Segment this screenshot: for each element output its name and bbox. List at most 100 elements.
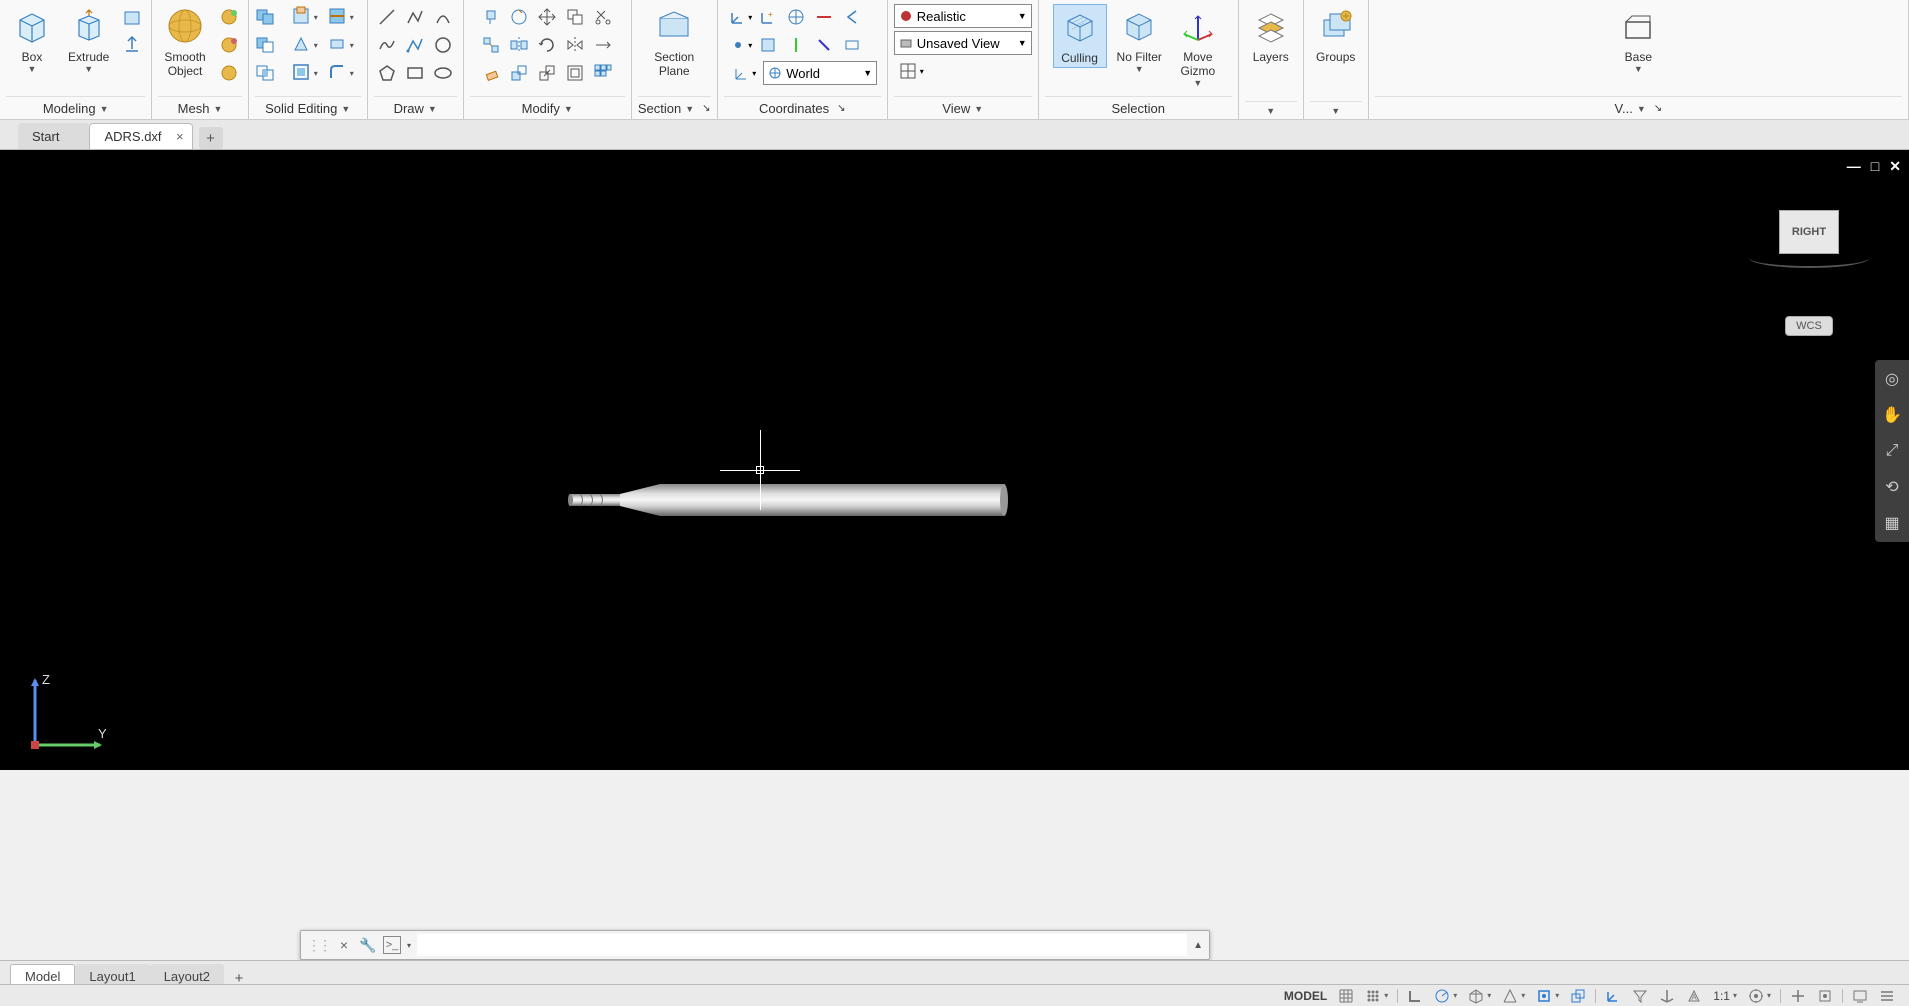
panel-label-view[interactable]: View▼: [894, 96, 1032, 119]
mesh-less-button[interactable]: [216, 32, 242, 58]
ucs-prev-button[interactable]: [839, 4, 865, 30]
panel-label-layers-dropdown[interactable]: ▼: [1245, 101, 1297, 119]
close-tab-button[interactable]: ×: [176, 129, 184, 144]
ucs-icon-display-button[interactable]: ▾: [727, 60, 761, 86]
layers-button[interactable]: Layers: [1245, 4, 1297, 66]
new-tab-button[interactable]: +: [199, 127, 223, 149]
annotation-visibility-button[interactable]: A: [1682, 986, 1706, 1006]
dynamic-ucs-button[interactable]: [1601, 986, 1625, 1006]
spline-button[interactable]: [374, 32, 400, 58]
rotate-button[interactable]: [534, 32, 560, 58]
align-button[interactable]: [478, 32, 504, 58]
taper-face-button[interactable]: ▾: [291, 32, 325, 58]
terminal-icon[interactable]: >_: [383, 936, 401, 954]
viewcube-compass[interactable]: [1749, 248, 1869, 268]
autosnap-button[interactable]: ▾: [1498, 986, 1529, 1006]
ucs-origin-button[interactable]: ▾: [727, 32, 753, 58]
ucs-face-button[interactable]: [755, 32, 781, 58]
intersect-button[interactable]: [255, 60, 289, 86]
no-filter-button[interactable]: No Filter ▼: [1111, 4, 1168, 76]
ucs-world-button[interactable]: [783, 4, 809, 30]
nav-wheel-icon[interactable]: ◎: [1881, 368, 1903, 390]
move-gizmo-button[interactable]: Move Gizmo ▼: [1172, 4, 1224, 90]
close-icon[interactable]: ✕: [1889, 158, 1901, 175]
3dpoly-button[interactable]: [402, 32, 428, 58]
panel-label-base[interactable]: V...▼↘: [1375, 96, 1902, 119]
offset-button[interactable]: [562, 60, 588, 86]
annotation-monitor-button[interactable]: [1786, 986, 1810, 1006]
wcs-badge[interactable]: WCS: [1785, 316, 1833, 336]
orbit-icon[interactable]: ⟲: [1881, 476, 1903, 498]
panel-label-groups-dropdown[interactable]: ▼: [1310, 101, 1362, 119]
isolate-button[interactable]: [1813, 986, 1837, 1006]
polygon-button[interactable]: [374, 60, 400, 86]
polar-tracking-button[interactable]: ▾: [1430, 986, 1461, 1006]
fillet-edge-button[interactable]: ▾: [327, 60, 361, 86]
panel-label-coordinates[interactable]: Coordinates↘: [724, 96, 881, 119]
scale-3d-button[interactable]: [506, 60, 532, 86]
copy-button[interactable]: [562, 4, 588, 30]
polyline-button[interactable]: [402, 4, 428, 30]
subtract-button[interactable]: [255, 32, 289, 58]
extrude-button[interactable]: Extrude ▼: [62, 4, 115, 76]
slice-button[interactable]: ▾: [327, 4, 361, 30]
customization-button[interactable]: [1875, 986, 1899, 1006]
visual-style-combo[interactable]: Realistic ▼: [894, 4, 1032, 28]
ortho-button[interactable]: [1403, 986, 1427, 1006]
ucs-y-button[interactable]: [783, 32, 809, 58]
tab-active-file[interactable]: ADRS.dxf ×: [89, 123, 192, 149]
move-3d-button[interactable]: [478, 4, 504, 30]
panel-label-mesh[interactable]: Mesh▼: [158, 96, 241, 119]
ucs-z-button[interactable]: [811, 32, 837, 58]
base-button[interactable]: Base ▼: [1612, 4, 1664, 76]
status-model-button[interactable]: MODEL: [1280, 986, 1331, 1006]
isodraft-button[interactable]: ▾: [1464, 986, 1495, 1006]
pan-icon[interactable]: ✋: [1881, 404, 1903, 426]
extend-button[interactable]: [590, 32, 616, 58]
mirror-3d-button[interactable]: [506, 32, 532, 58]
groups-button[interactable]: Groups: [1310, 4, 1362, 66]
culling-button[interactable]: Culling: [1053, 4, 1107, 68]
scale-button[interactable]: [534, 60, 560, 86]
ucs-button[interactable]: ▾: [727, 4, 753, 30]
workspace-button[interactable]: ▾: [1744, 986, 1775, 1006]
line-button[interactable]: [374, 4, 400, 30]
osnap-button[interactable]: ▾: [1532, 986, 1563, 1006]
command-input[interactable]: [417, 934, 1187, 956]
gizmo-button[interactable]: [1655, 986, 1679, 1006]
view-config-button[interactable]: ▾: [894, 58, 928, 84]
arc-button[interactable]: [430, 4, 456, 30]
ellipse-button[interactable]: [430, 60, 456, 86]
snap-mode-button[interactable]: ▾: [1361, 986, 1392, 1006]
panel-label-modeling[interactable]: Modeling▼: [6, 96, 145, 119]
customize-cmdline-button[interactable]: 🔧: [359, 936, 377, 954]
view-combo[interactable]: Unsaved View ▼: [894, 31, 1032, 55]
section-plane-button[interactable]: Section Plane: [648, 4, 700, 80]
mesh-refine-button[interactable]: [216, 60, 242, 86]
box-button[interactable]: Box ▼: [6, 4, 58, 76]
array-button[interactable]: [590, 60, 616, 86]
smooth-object-button[interactable]: Smooth Object: [158, 4, 211, 80]
clean-screen-button[interactable]: [1848, 986, 1872, 1006]
erase-button[interactable]: [478, 60, 504, 86]
viewport[interactable]: — □ ✕ RIGHT WCS ◎ ✋ ⤢ ⟲ ▦: [0, 150, 1909, 770]
circle-button[interactable]: [430, 32, 456, 58]
minimize-icon[interactable]: —: [1847, 158, 1861, 175]
trim-button[interactable]: [590, 4, 616, 30]
shell-button[interactable]: ▾: [291, 60, 325, 86]
mesh-more-button[interactable]: [216, 4, 242, 30]
panel-label-draw[interactable]: Draw▼: [374, 96, 457, 119]
panel-label-solid-editing[interactable]: Solid Editing▼: [255, 96, 361, 119]
grip-icon[interactable]: ⋮⋮: [307, 937, 329, 954]
ucs-view-button[interactable]: [839, 32, 865, 58]
union-button[interactable]: [255, 4, 289, 30]
presspull-button[interactable]: [119, 32, 145, 58]
annotation-scale-button[interactable]: 1:1▾: [1709, 986, 1741, 1006]
panel-label-modify[interactable]: Modify▼: [470, 96, 625, 119]
zoom-icon[interactable]: ⤢: [1881, 440, 1903, 462]
expand-history-button[interactable]: ▲: [1193, 940, 1203, 951]
mirror-button[interactable]: [562, 32, 588, 58]
move-button[interactable]: [534, 4, 560, 30]
ucs-x-button[interactable]: [811, 4, 837, 30]
tab-start[interactable]: Start: [18, 123, 89, 149]
